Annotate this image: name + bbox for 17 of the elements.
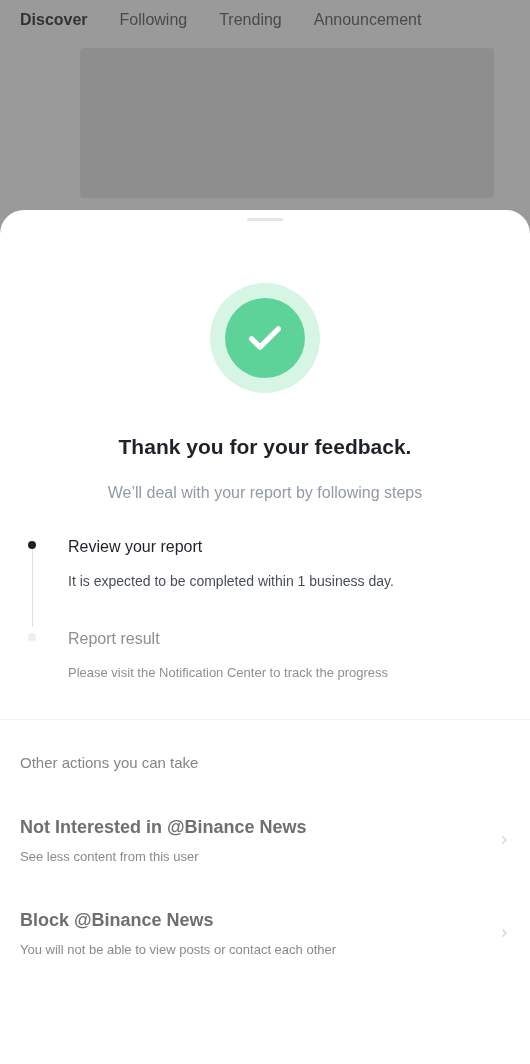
action-description: You will not be able to view posts or contact each other [20, 940, 337, 959]
step-title: Report result [68, 628, 161, 649]
step-title: Review your report [68, 536, 204, 557]
sheet-subtitle: We’ll deal with your report by following steps [107, 482, 423, 503]
feed-tab[interactable]: Following [119, 8, 188, 32]
action-description: See less content from this user [20, 848, 200, 866]
action-row[interactable]: Block @Binance News You will not be able to view posts or contact each other [20, 906, 510, 959]
actions-heading: Other actions you can take [20, 752, 200, 773]
feed-tab[interactable]: Discover [20, 8, 88, 32]
action-title: Block @Binance News [20, 908, 215, 932]
step-description: It is expected to be completed within 1 business day. [68, 571, 394, 591]
action-title: Not Interested in @Binance News [20, 816, 307, 839]
action-row[interactable]: Not Interested in @Binance News See less content from this user [20, 814, 510, 867]
sheet-title: Thank you for your feedback. [118, 434, 412, 460]
feed-tab[interactable]: Announcement [313, 8, 422, 32]
feed-tab[interactable]: Trending [219, 8, 282, 32]
step-description: Please visit the Notification Center to track the progress [68, 663, 389, 682]
